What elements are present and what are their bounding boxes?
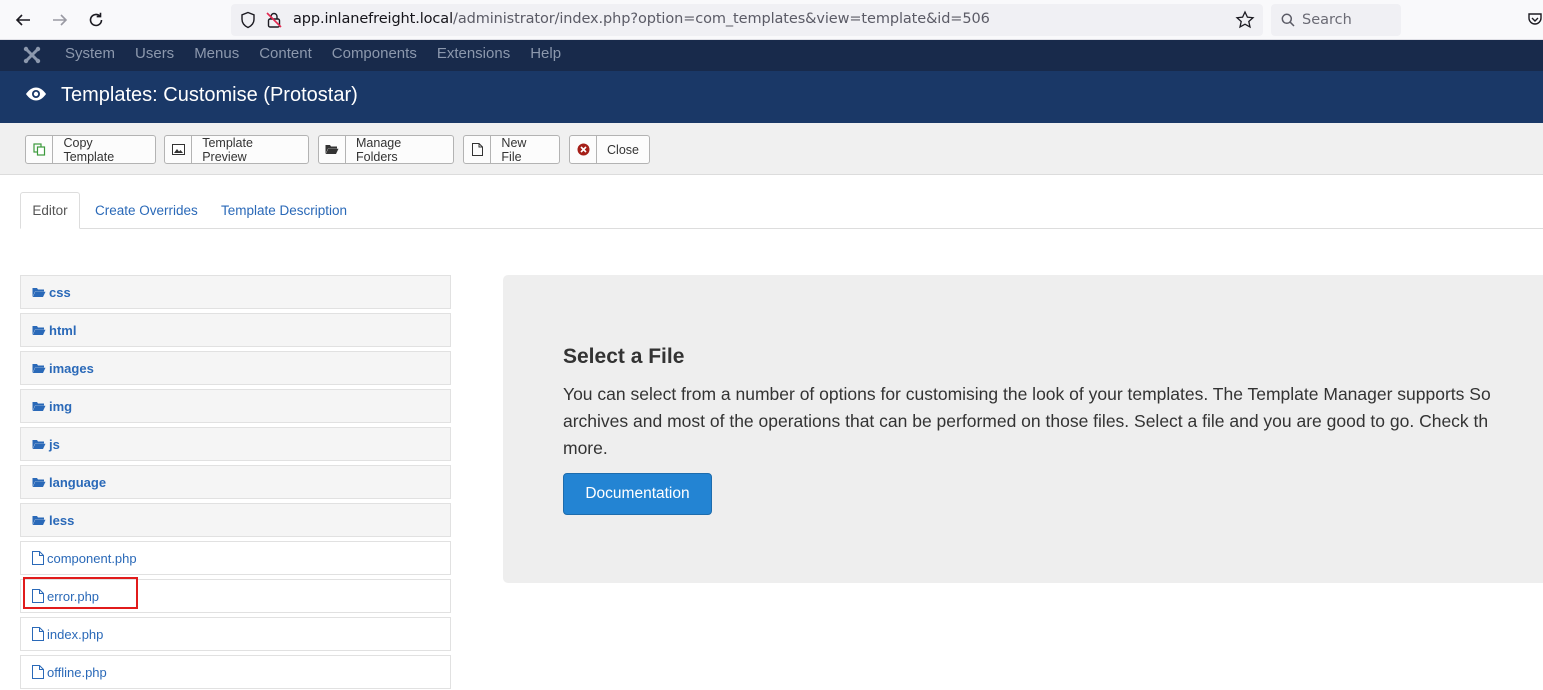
folder-language[interactable]: language (20, 465, 451, 499)
folder-label: less (49, 512, 75, 528)
close-circle-icon (577, 143, 590, 156)
menu-help[interactable]: Help (530, 40, 561, 71)
folder-js[interactable]: js (20, 427, 451, 461)
file-label: index.php (47, 626, 104, 642)
address-bar[interactable]: app.inlanefreight.local/administrator/in… (231, 4, 1263, 36)
copy-icon (33, 143, 45, 156)
file-label: offline.php (47, 664, 107, 680)
new-file-button[interactable]: New File (463, 135, 560, 164)
url-text: app.inlanefreight.local/administrator/in… (293, 11, 990, 27)
file-label: component.php (47, 550, 137, 566)
template-preview-button[interactable]: Template Preview (164, 135, 309, 164)
toolbar: Copy Template Template Preview Manage Fo… (0, 123, 1543, 175)
documentation-button[interactable]: Documentation (563, 473, 712, 515)
bookmark-star-icon[interactable] (1235, 10, 1255, 30)
joomla-logo-icon[interactable] (23, 46, 41, 64)
reload-button[interactable] (82, 6, 110, 34)
folder-open-icon (32, 363, 46, 373)
highlight-annotation (23, 577, 138, 609)
page-header: Templates: Customise (Protostar) (0, 71, 1543, 123)
select-file-panel: Select a File You can select from a numb… (503, 275, 1543, 583)
file-icon (32, 665, 44, 679)
file-icon (471, 143, 483, 156)
file-icon (32, 551, 44, 565)
admin-menu: System Users Menus Content Components Ex… (65, 40, 581, 71)
panel-title: Select a File (563, 345, 685, 368)
search-input[interactable]: Search (1271, 4, 1401, 36)
template-preview-label: Template Preview (202, 135, 253, 164)
image-icon (171, 144, 185, 155)
shield-icon (241, 11, 255, 29)
folder-images[interactable]: images (20, 351, 451, 385)
file-offline-php[interactable]: offline.php (20, 655, 451, 689)
panel-description-line: You can select from a number of options … (563, 384, 1491, 404)
menu-menus[interactable]: Menus (194, 40, 239, 71)
folder-less[interactable]: less (20, 503, 451, 537)
arrow-left-icon (15, 14, 30, 26)
panel-description-line: archives and most of the operations that… (563, 411, 1489, 431)
file-component-php[interactable]: component.php (20, 541, 451, 575)
folder-label: css (49, 284, 71, 300)
file-icon (32, 627, 44, 641)
menu-extensions[interactable]: Extensions (437, 40, 510, 71)
manage-folders-button[interactable]: Manage Folders (318, 135, 454, 164)
folder-label: js (49, 436, 60, 452)
url-path: /administrator/index.php?option=com_temp… (453, 11, 990, 27)
file-index-php[interactable]: index.php (20, 617, 451, 651)
back-button[interactable] (9, 6, 37, 34)
tab-editor[interactable]: Editor (20, 192, 80, 229)
reload-icon (89, 12, 103, 27)
copy-template-button[interactable]: Copy Template (25, 135, 156, 164)
folder-open-icon (32, 401, 46, 411)
tab-create-overrides[interactable]: Create Overrides (95, 192, 198, 229)
menu-system[interactable]: System (65, 40, 115, 71)
tab-bar: Editor Create Overrides Template Descrip… (20, 192, 1543, 229)
tab-template-description[interactable]: Template Description (221, 192, 347, 229)
folder-label: img (49, 398, 73, 414)
folder-open-icon (325, 145, 339, 154)
menu-content[interactable]: Content (259, 40, 312, 71)
url-domain: app.inlanefreight.local (293, 11, 454, 27)
folder-open-icon (32, 477, 46, 487)
search-placeholder: Search (1302, 12, 1352, 28)
page-title: Templates: Customise (Protostar) (61, 84, 358, 106)
admin-menu-bar: System Users Menus Content Components Ex… (0, 40, 1543, 71)
copy-template-label: Copy Template (63, 135, 115, 164)
browser-toolbar: app.inlanefreight.local/administrator/in… (0, 0, 1543, 40)
folder-img[interactable]: img (20, 389, 451, 423)
arrow-right-icon (53, 14, 68, 26)
panel-description-line: more. (563, 438, 608, 458)
folder-open-icon (32, 515, 46, 525)
folder-open-icon (32, 439, 46, 449)
pocket-icon[interactable] (1527, 11, 1543, 27)
new-file-label: New File (501, 135, 527, 164)
menu-users[interactable]: Users (135, 40, 174, 71)
menu-components[interactable]: Components (332, 40, 417, 71)
forward-button[interactable] (46, 6, 74, 34)
folder-label: html (49, 322, 77, 338)
folder-html[interactable]: html (20, 313, 451, 347)
folder-label: language (49, 474, 107, 490)
panel-description: You can select from a number of options … (563, 381, 1543, 462)
folder-label: images (49, 360, 94, 376)
manage-folders-label: Manage Folders (356, 135, 402, 164)
search-icon (1281, 13, 1295, 27)
insecure-lock-icon (266, 12, 282, 28)
close-button[interactable]: Close (569, 135, 650, 164)
folder-css[interactable]: css (20, 275, 451, 309)
eye-icon (26, 87, 46, 101)
folder-open-icon (32, 325, 46, 335)
folder-open-icon (32, 287, 46, 297)
close-label: Close (607, 142, 639, 157)
